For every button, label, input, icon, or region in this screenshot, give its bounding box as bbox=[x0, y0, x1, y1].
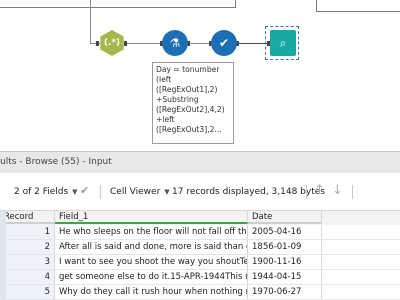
checkmark-icon[interactable]: ✔ bbox=[80, 184, 89, 197]
annotation-line: +Substring bbox=[156, 95, 199, 104]
annotation-line: ([RegExOut3],2... bbox=[156, 125, 222, 134]
column-headers: Record Field_1 Date bbox=[0, 211, 400, 225]
record-cell[interactable]: 3 bbox=[0, 255, 55, 269]
connection-wire bbox=[126, 43, 162, 44]
input-anchor[interactable] bbox=[96, 41, 99, 46]
annotation-line: ([RegExOut2],4,2) bbox=[156, 105, 225, 114]
chevron-down-icon: ▼ bbox=[72, 188, 78, 196]
toolbar-divider bbox=[352, 185, 353, 199]
column-header-record[interactable]: Record bbox=[0, 211, 55, 224]
workflow-canvas[interactable]: (.*) ⚗ ✔ ⌕ Day = tonumber (left ([RegExOut… bbox=[0, 0, 400, 151]
annotation-line: ([RegExOut1],2) bbox=[156, 85, 218, 94]
field-1-cell[interactable]: get someone else to do it.15-APR-1944Thi… bbox=[55, 270, 248, 284]
regex-tool[interactable]: (.*) bbox=[100, 30, 124, 56]
date-cell[interactable]: 1856-01-09 bbox=[248, 240, 322, 254]
date-cell[interactable]: 2005-04-16 bbox=[248, 225, 322, 239]
annotation-line: (left bbox=[156, 75, 172, 84]
binoculars-icon: ⌕ bbox=[279, 35, 287, 50]
results-grid[interactable]: Record Field_1 Date 1 He who sleeps on th… bbox=[0, 211, 400, 300]
date-cell[interactable]: 1970-06-27 bbox=[248, 285, 322, 299]
results-toolbar: 2 of 2 Fields ▼ ✔ Cell Viewer ▼ 17 records… bbox=[0, 173, 400, 211]
column-header-date[interactable]: Date bbox=[248, 211, 322, 224]
date-cell[interactable]: 1944-04-15 bbox=[248, 270, 322, 284]
formula-annotation: Day = tonumber (left ([RegExOut1],2) +Subst… bbox=[152, 62, 234, 144]
cell-viewer-label: Cell Viewer bbox=[110, 187, 161, 197]
output-anchor[interactable] bbox=[124, 41, 127, 46]
results-panel-title: ults - Browse (55) - Input bbox=[0, 157, 112, 167]
table-row[interactable]: 3I want to see you shoot the way you sho… bbox=[0, 255, 400, 270]
cell-viewer-selector[interactable]: Cell Viewer ▼ bbox=[110, 187, 170, 197]
checkmark-icon: ✔ bbox=[218, 36, 230, 50]
formula-tool[interactable]: ⚗ bbox=[162, 30, 188, 56]
browse-tool[interactable]: ⌕ bbox=[270, 30, 296, 56]
connection-wire bbox=[90, 0, 91, 44]
chevron-down-icon: ▼ bbox=[164, 188, 170, 196]
field-1-cell[interactable]: He who sleeps on the floor will not fall… bbox=[55, 225, 248, 239]
record-cell[interactable]: 5 bbox=[0, 285, 55, 299]
field-1-cell[interactable]: Why do they call it rush hour when nothi… bbox=[55, 285, 248, 299]
field-1-cell[interactable]: After all is said and done, more is said… bbox=[55, 240, 248, 254]
flask-icon: ⚗ bbox=[169, 36, 181, 50]
toolbar-divider bbox=[100, 185, 101, 199]
toolbar-divider bbox=[306, 185, 307, 199]
field-1-cell[interactable]: I want to see you shoot the way you shou… bbox=[55, 255, 248, 269]
container-frame-left bbox=[0, 0, 236, 8]
results-panel-header: ults - Browse (55) - Input bbox=[0, 151, 400, 173]
record-cell[interactable]: 2 bbox=[0, 240, 55, 254]
record-cell[interactable]: 4 bbox=[0, 270, 55, 284]
table-row[interactable]: 5 Why do they call it rush hour when noth… bbox=[0, 285, 400, 300]
fields-selector[interactable]: 2 of 2 Fields ▼ bbox=[14, 187, 78, 197]
arrow-up-icon[interactable]: ↑ bbox=[314, 183, 325, 198]
column-header-field-1[interactable]: Field_1 bbox=[55, 211, 248, 224]
container-frame-right bbox=[316, 0, 400, 12]
regex-icon: (.*) bbox=[103, 38, 121, 48]
table-row[interactable]: 1 He who sleeps on the floor will not fal… bbox=[0, 225, 400, 240]
select-tool[interactable]: ✔ bbox=[211, 30, 237, 56]
fields-selector-label: 2 of 2 Fields bbox=[14, 187, 69, 197]
table-row[interactable]: 2 After all is said and done, more is sai… bbox=[0, 240, 400, 255]
panel-edge bbox=[0, 211, 6, 300]
record-cell[interactable]: 1 bbox=[0, 225, 55, 239]
records-info: 17 records displayed, 3,148 bytes bbox=[172, 187, 325, 197]
arrow-down-icon[interactable]: ↓ bbox=[332, 183, 343, 198]
connection-wire bbox=[189, 43, 211, 44]
annotation-line: +left bbox=[156, 115, 175, 124]
date-cell[interactable]: 1900-11-16 bbox=[248, 255, 322, 269]
table-row[interactable]: 4 get someone else to do it.15-APR-1944Th… bbox=[0, 270, 400, 285]
annotation-line: Day = tonumber bbox=[156, 65, 220, 74]
